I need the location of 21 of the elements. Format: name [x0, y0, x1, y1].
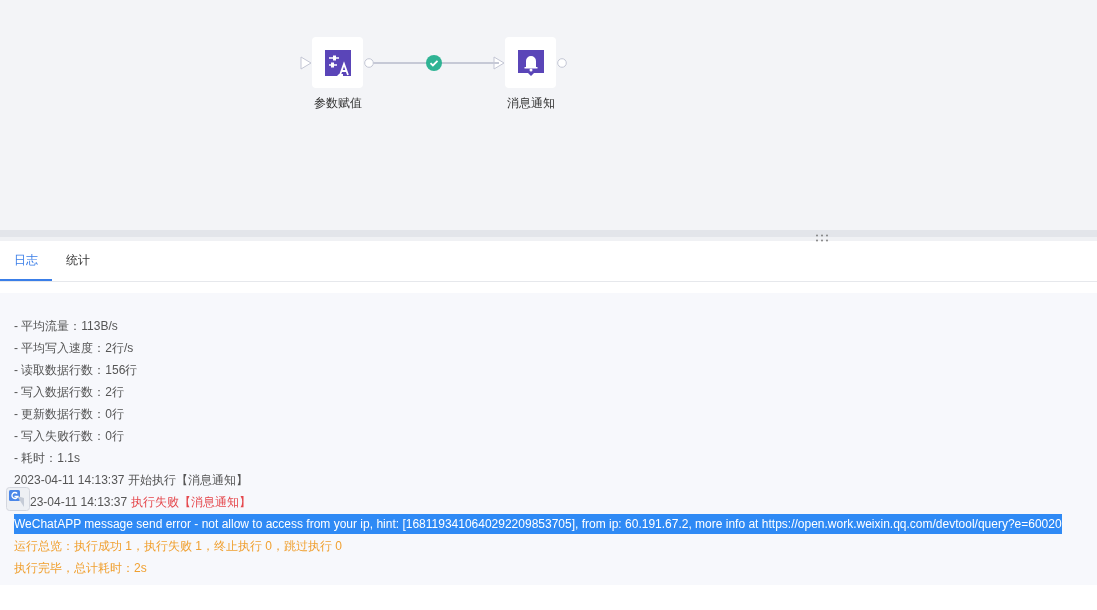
translate-icon[interactable] [6, 487, 30, 511]
sliders-icon [324, 49, 351, 76]
log-line: - 写入失败行数：0行 [14, 427, 124, 445]
log-line: - 写入数据行数：2行 [14, 383, 124, 401]
flow-node[interactable] [312, 37, 363, 88]
log-line: 23-04-11 14:13:37 执行失败【消息通知】 [30, 493, 251, 511]
tab[interactable]: 日志 [0, 241, 52, 281]
log-line: - 平均流量：113B/s [14, 317, 118, 335]
log-line: - 耗时：1.1s [14, 449, 80, 467]
log-line: - 读取数据行数：156行 [14, 361, 138, 379]
log-line: 2023-04-11 14:13:37 开始执行【消息通知】 [14, 471, 248, 489]
tab[interactable]: 统计 [52, 241, 104, 281]
log-line: - 平均写入速度：2行/s [14, 339, 134, 357]
drag-handle-icon[interactable] [816, 234, 829, 242]
flow-node[interactable] [505, 37, 556, 88]
node-label: 参数赋值 [312, 95, 363, 112]
summary-line: 执行完毕，总计耗时：2s [14, 559, 147, 577]
log-line: - 更新数据行数：0行 [14, 405, 124, 423]
node-label: 消息通知 [505, 95, 556, 112]
bell-icon [517, 49, 544, 76]
summary-line: 运行总览：执行成功 1，执行失败 1，终止执行 0，跳过执行 0 [14, 537, 343, 555]
